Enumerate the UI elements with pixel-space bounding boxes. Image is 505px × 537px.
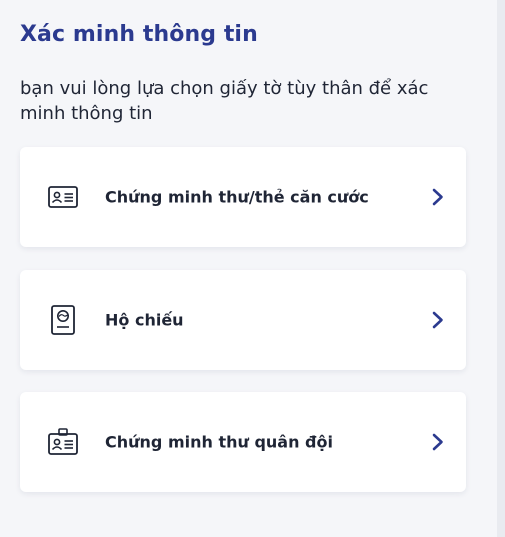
- option-label: Hộ chiếu: [105, 310, 184, 330]
- chevron-right-icon: [430, 187, 446, 207]
- option-label: Chứng minh thư/thẻ căn cước: [105, 187, 369, 207]
- screen-edge: [497, 0, 505, 537]
- military-id-icon: [48, 427, 78, 457]
- option-label: Chứng minh thư quân đội: [105, 432, 333, 452]
- passport-icon: [48, 305, 78, 335]
- option-military-id[interactable]: Chứng minh thư quân đội: [20, 392, 466, 492]
- option-passport[interactable]: Hộ chiếu: [20, 270, 466, 370]
- chevron-right-icon: [430, 310, 446, 330]
- option-id-card[interactable]: Chứng minh thư/thẻ căn cước: [20, 147, 466, 247]
- id-card-icon: [48, 182, 78, 212]
- page-subtitle: bạn vui lòng lựa chọn giấy tờ tùy thân đ…: [20, 78, 429, 124]
- chevron-right-icon: [430, 432, 446, 452]
- page-title: Xác minh thông tin: [20, 22, 258, 47]
